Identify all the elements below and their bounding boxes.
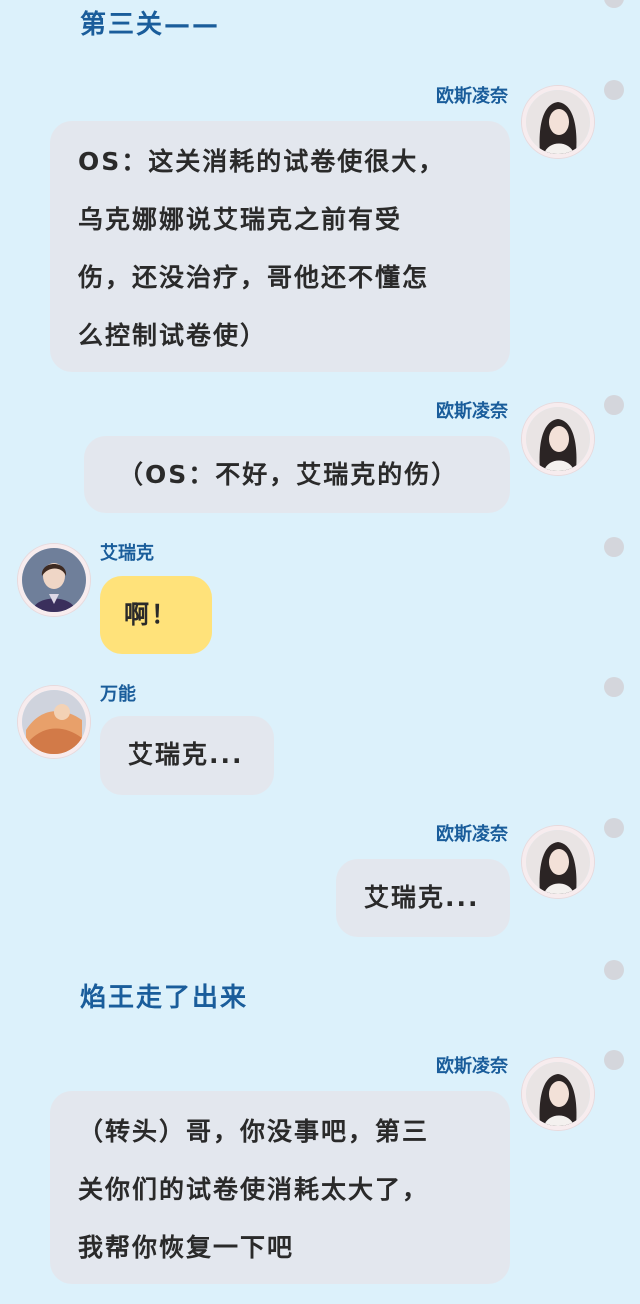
message-line: 乌克娜娜说艾瑞克之前有受 <box>78 205 403 234</box>
message-line: 艾瑞克... <box>128 740 244 769</box>
girl-portrait-avatar-icon[interactable] <box>522 826 594 898</box>
message-line: 么控制试卷使） <box>78 321 268 350</box>
message-bubble[interactable]: （OS：不好，艾瑞克的伤） <box>84 436 510 513</box>
scroll-marker-dot <box>604 677 624 697</box>
message-line: 伤，还没治疗，哥他还不懂怎 <box>78 263 430 292</box>
scroll-marker-dot <box>604 80 624 100</box>
message-bubble[interactable]: （转头）哥，你没事吧，第三 关你们的试卷使消耗太大了， 我帮你恢复一下吧 <box>50 1091 510 1284</box>
message-bubble[interactable]: 艾瑞克... <box>336 859 510 937</box>
message-line: 关你们的试卷使消耗太大了， <box>78 1175 430 1204</box>
narration-text: 第三关—— <box>80 10 221 40</box>
scroll-marker-dot <box>604 537 624 557</box>
scroll-marker-dot <box>604 960 624 980</box>
boy-portrait-avatar-icon[interactable] <box>18 544 90 616</box>
abstract-orange-avatar-icon[interactable] <box>18 686 90 758</box>
scroll-marker-dot <box>604 818 624 838</box>
sender-name: 艾瑞克 <box>100 543 154 564</box>
sender-name: 欧斯凌奈 <box>436 824 508 845</box>
message-bubble[interactable]: 艾瑞克... <box>100 716 274 795</box>
sender-name: 欧斯凌奈 <box>436 1056 508 1077</box>
message-line: （转头）哥，你没事吧，第三 <box>78 1117 430 1146</box>
girl-portrait-avatar-icon[interactable] <box>522 86 594 158</box>
message-line: OS：这关消耗的试卷使很大， <box>78 147 446 176</box>
sender-name: 欧斯凌奈 <box>436 86 508 107</box>
message-bubble[interactable]: 啊！ <box>100 576 212 654</box>
narration-text: 焰王走了出来 <box>80 983 249 1013</box>
message-line: 啊！ <box>124 600 179 629</box>
message-line: 我帮你恢复一下吧 <box>78 1233 295 1262</box>
message-bubble[interactable]: OS：这关消耗的试卷使很大， 乌克娜娜说艾瑞克之前有受 伤，还没治疗，哥他还不懂… <box>50 121 510 372</box>
girl-portrait-avatar-icon[interactable] <box>522 1058 594 1130</box>
sender-name: 万能 <box>100 684 136 705</box>
girl-portrait-avatar-icon[interactable] <box>522 403 594 475</box>
scroll-marker-dot <box>604 1050 624 1070</box>
message-line: （OS：不好，艾瑞克的伤） <box>118 460 459 489</box>
scroll-marker-dot <box>604 0 624 8</box>
message-line: 艾瑞克... <box>364 883 480 912</box>
sender-name: 欧斯凌奈 <box>436 401 508 422</box>
scroll-marker-dot <box>604 395 624 415</box>
